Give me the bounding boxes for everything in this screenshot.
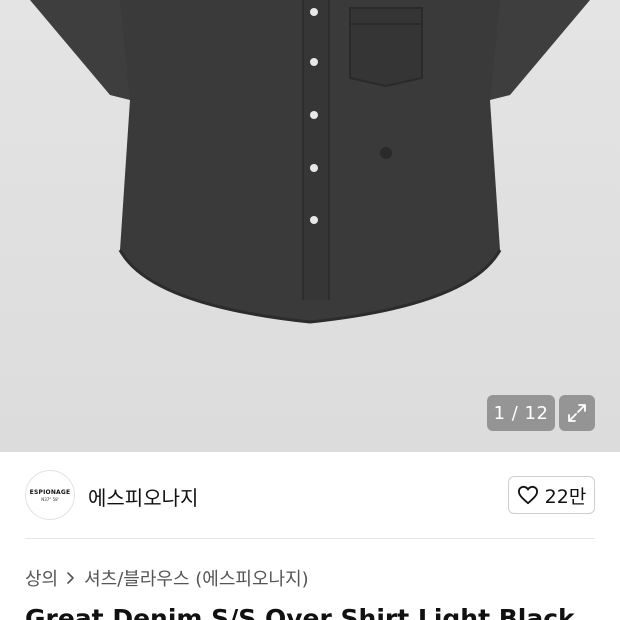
expand-button[interactable] bbox=[559, 395, 595, 431]
expand-icon bbox=[568, 404, 586, 422]
image-counter-text: 1 / 12 bbox=[493, 402, 549, 424]
like-button[interactable]: 22만 bbox=[508, 476, 595, 514]
brand-logo-text: ESPIONAGE bbox=[29, 488, 71, 496]
brand-row: ESPIONAGE N37° 58' 에스피오나지 22만 bbox=[0, 462, 620, 528]
breadcrumb-subcategory[interactable]: 셔츠/블라우스 (에스피오나지) bbox=[84, 565, 309, 591]
like-count: 22만 bbox=[544, 485, 587, 508]
product-photo bbox=[30, 0, 590, 324]
product-title: Great Denim S/S Over Shirt Light Black bbox=[25, 604, 575, 620]
brand-logo-subtext: N37° 58' bbox=[41, 496, 59, 502]
breadcrumb-category[interactable]: 상의 bbox=[25, 565, 58, 591]
brand-logo[interactable]: ESPIONAGE N37° 58' bbox=[25, 470, 75, 520]
divider bbox=[25, 538, 595, 539]
heart-icon bbox=[517, 485, 538, 505]
breadcrumb: 상의 셔츠/블라우스 (에스피오나지) bbox=[25, 565, 309, 591]
brand-name[interactable]: 에스피오나지 bbox=[88, 482, 198, 511]
chevron-right-icon bbox=[66, 571, 76, 585]
image-counter: 1 / 12 bbox=[487, 395, 555, 431]
product-image-gallery[interactable]: 1 / 12 bbox=[0, 0, 620, 452]
